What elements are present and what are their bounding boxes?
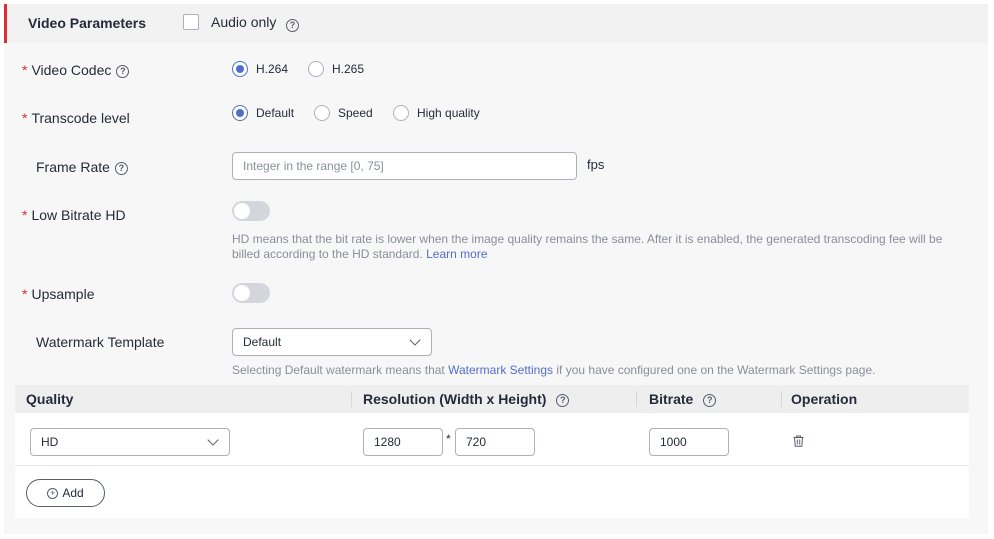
radio-h264[interactable]: H.264	[232, 61, 288, 77]
audio-only-label[interactable]: Audio only	[211, 14, 276, 30]
section-header: Video Parameters Audio only ?	[4, 4, 988, 43]
required-marker: *	[22, 62, 28, 78]
add-row: + Add	[15, 466, 969, 518]
low-bitrate-hd-label: * Low Bitrate HD	[22, 207, 126, 223]
resolution-separator: *	[446, 432, 451, 446]
upsample-toggle[interactable]	[232, 283, 270, 303]
audio-only-checkbox[interactable]	[183, 14, 199, 30]
height-input[interactable]	[455, 428, 535, 456]
help-icon[interactable]: ?	[703, 394, 717, 407]
radio-dot[interactable]	[308, 61, 324, 77]
table-row: HD *	[15, 413, 969, 466]
help-icon[interactable]: ?	[286, 19, 299, 32]
radio-h265[interactable]: H.265	[308, 61, 364, 77]
low-bitrate-hd-hint: HD means that the bit rate is lower when…	[232, 232, 943, 261]
transcode-level-label: * Transcode level	[22, 110, 130, 126]
trash-icon[interactable]	[793, 435, 804, 447]
radio-high-quality[interactable]: High quality	[393, 105, 480, 121]
required-marker: *	[22, 207, 28, 223]
frame-rate-label: Frame Rate?	[36, 159, 128, 175]
add-button[interactable]: + Add	[26, 479, 105, 507]
radio-dot-selected[interactable]	[232, 105, 248, 121]
width-input[interactable]	[363, 428, 443, 456]
radio-dot[interactable]	[393, 105, 409, 121]
watermark-template-label: Watermark Template	[36, 334, 165, 350]
required-marker: *	[22, 286, 28, 302]
learn-more-link[interactable]: Learn more	[426, 247, 487, 261]
help-icon[interactable]: ?	[114, 162, 128, 175]
fps-unit: fps	[587, 157, 605, 172]
watermark-settings-link[interactable]: Watermark Settings	[448, 363, 553, 377]
column-divider	[781, 391, 782, 407]
table-header: Quality Resolution (Width x Height) ? Bi…	[15, 385, 969, 413]
help-icon[interactable]: ?	[556, 394, 570, 407]
chevron-down-icon	[207, 434, 219, 446]
upsample-label: * Upsample	[22, 286, 95, 302]
radio-default[interactable]: Default	[232, 105, 294, 121]
radio-dot[interactable]	[314, 105, 330, 121]
radio-dot-selected[interactable]	[232, 61, 248, 77]
section-title: Video Parameters	[28, 15, 147, 31]
required-marker: *	[22, 110, 28, 126]
video-codec-label: * Video Codec?	[22, 62, 130, 78]
column-header-resolution: Resolution (Width x Height) ?	[363, 391, 570, 407]
column-header-bitrate: Bitrate ?	[649, 391, 717, 407]
radio-speed[interactable]: Speed	[314, 105, 373, 121]
column-divider	[636, 391, 637, 407]
column-divider	[351, 391, 352, 407]
chevron-down-icon	[409, 334, 421, 346]
frame-rate-input[interactable]	[232, 152, 577, 180]
low-bitrate-hd-toggle[interactable]	[232, 201, 270, 221]
quality-select[interactable]: HD	[30, 428, 230, 456]
bitrate-input[interactable]	[649, 428, 729, 456]
plus-circle-icon: +	[47, 487, 59, 499]
column-header-quality: Quality	[26, 391, 74, 407]
watermark-hint: Selecting Default watermark means that W…	[232, 363, 876, 377]
watermark-template-select[interactable]: Default	[232, 328, 432, 356]
help-icon[interactable]: ?	[116, 65, 130, 78]
column-header-operation: Operation	[791, 391, 858, 407]
